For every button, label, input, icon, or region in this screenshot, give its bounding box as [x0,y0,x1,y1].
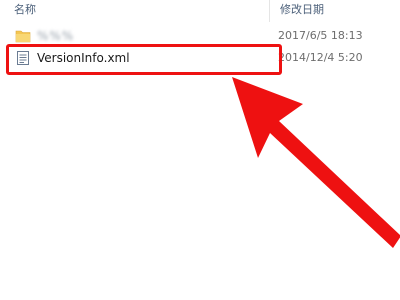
file-date-versioninfo: 2014/12/4 5:20 [278,51,363,64]
column-divider[interactable] [269,0,270,22]
column-header-bar: 名称 修改日期 [0,0,400,22]
column-header-name[interactable]: 名称 [14,1,36,17]
file-explorer-window: 名称 修改日期 %%% 2017/6/5 18:13 VersionInfo.x… [0,0,400,300]
column-header-date-modified[interactable]: 修改日期 [280,1,324,17]
folder-icon [15,28,31,44]
file-list-row-versioninfo[interactable]: VersionInfo.xml 2014/12/4 5:20 [0,48,400,70]
file-date-folder: 2017/6/5 18:13 [278,29,363,42]
file-name-versioninfo: VersionInfo.xml [37,51,130,65]
xml-file-icon [15,50,31,66]
file-list-row-folder[interactable]: %%% 2017/6/5 18:13 [0,26,400,48]
file-name-folder: %%% [37,29,75,43]
